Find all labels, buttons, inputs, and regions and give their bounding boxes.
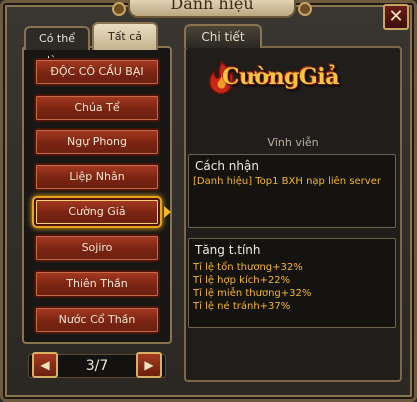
tab-all[interactable]: Tất cả <box>92 22 158 50</box>
next-arrow-icon: ▶ <box>144 358 154 372</box>
stats-box: Tăng t.tính Tỉ lệ tổn thương+32% Tỉ lệ h… <box>188 238 396 328</box>
title-item[interactable]: Ngự Phong <box>34 128 160 156</box>
title-item[interactable]: Chúa Tể <box>34 94 160 122</box>
title-item-selected[interactable]: Cường Giả <box>34 198 160 226</box>
title-logo: CườngGiả <box>222 64 339 90</box>
title-item[interactable]: Nước Cổ Thần <box>34 306 160 334</box>
tab-detail[interactable]: Chi tiết <box>184 24 262 48</box>
next-page-button[interactable]: ▶ <box>136 352 162 378</box>
title-item[interactable]: Thiên Thần <box>34 270 160 298</box>
page-indicator: 3/7 <box>85 358 109 374</box>
close-button[interactable]: ✕ <box>383 4 409 30</box>
stat-line: Tỉ lệ tổn thương+32% <box>193 262 303 273</box>
title-item[interactable]: ĐỘC CÔ CẦU BẠI <box>34 58 160 86</box>
acquire-title: Cách nhận <box>195 159 259 173</box>
title-item[interactable]: Sojiro <box>34 234 160 262</box>
prev-arrow-icon: ◀ <box>40 358 50 372</box>
window-title: Danh hiệu <box>128 0 296 18</box>
tab-usable[interactable]: Có thể dùng <box>24 26 90 67</box>
title-ornament-left <box>112 2 126 16</box>
stat-line: Tỉ lệ né tránh+37% <box>193 301 291 312</box>
stats-title: Tăng t.tính <box>195 243 261 257</box>
acquire-text: [Danh hiệu] Top1 BXH nạp liên server <box>193 176 381 187</box>
title-item[interactable]: Liệp Nhân <box>34 163 160 191</box>
selected-arrow-icon <box>164 206 171 218</box>
title-ornament-right <box>298 2 312 16</box>
validity-text: Vĩnh viễn <box>267 136 319 149</box>
title-list-panel <box>22 46 172 344</box>
acquire-box: Cách nhận [Danh hiệu] Top1 BXH nạp liên … <box>188 154 396 228</box>
close-icon: ✕ <box>388 6 404 27</box>
window-title-text: Danh hiệu <box>170 0 254 13</box>
prev-page-button[interactable]: ◀ <box>32 352 58 378</box>
stat-line: Tỉ lệ miễn thương+32% <box>193 288 312 299</box>
stat-line: Tỉ lệ hợp kích+22% <box>193 275 291 286</box>
